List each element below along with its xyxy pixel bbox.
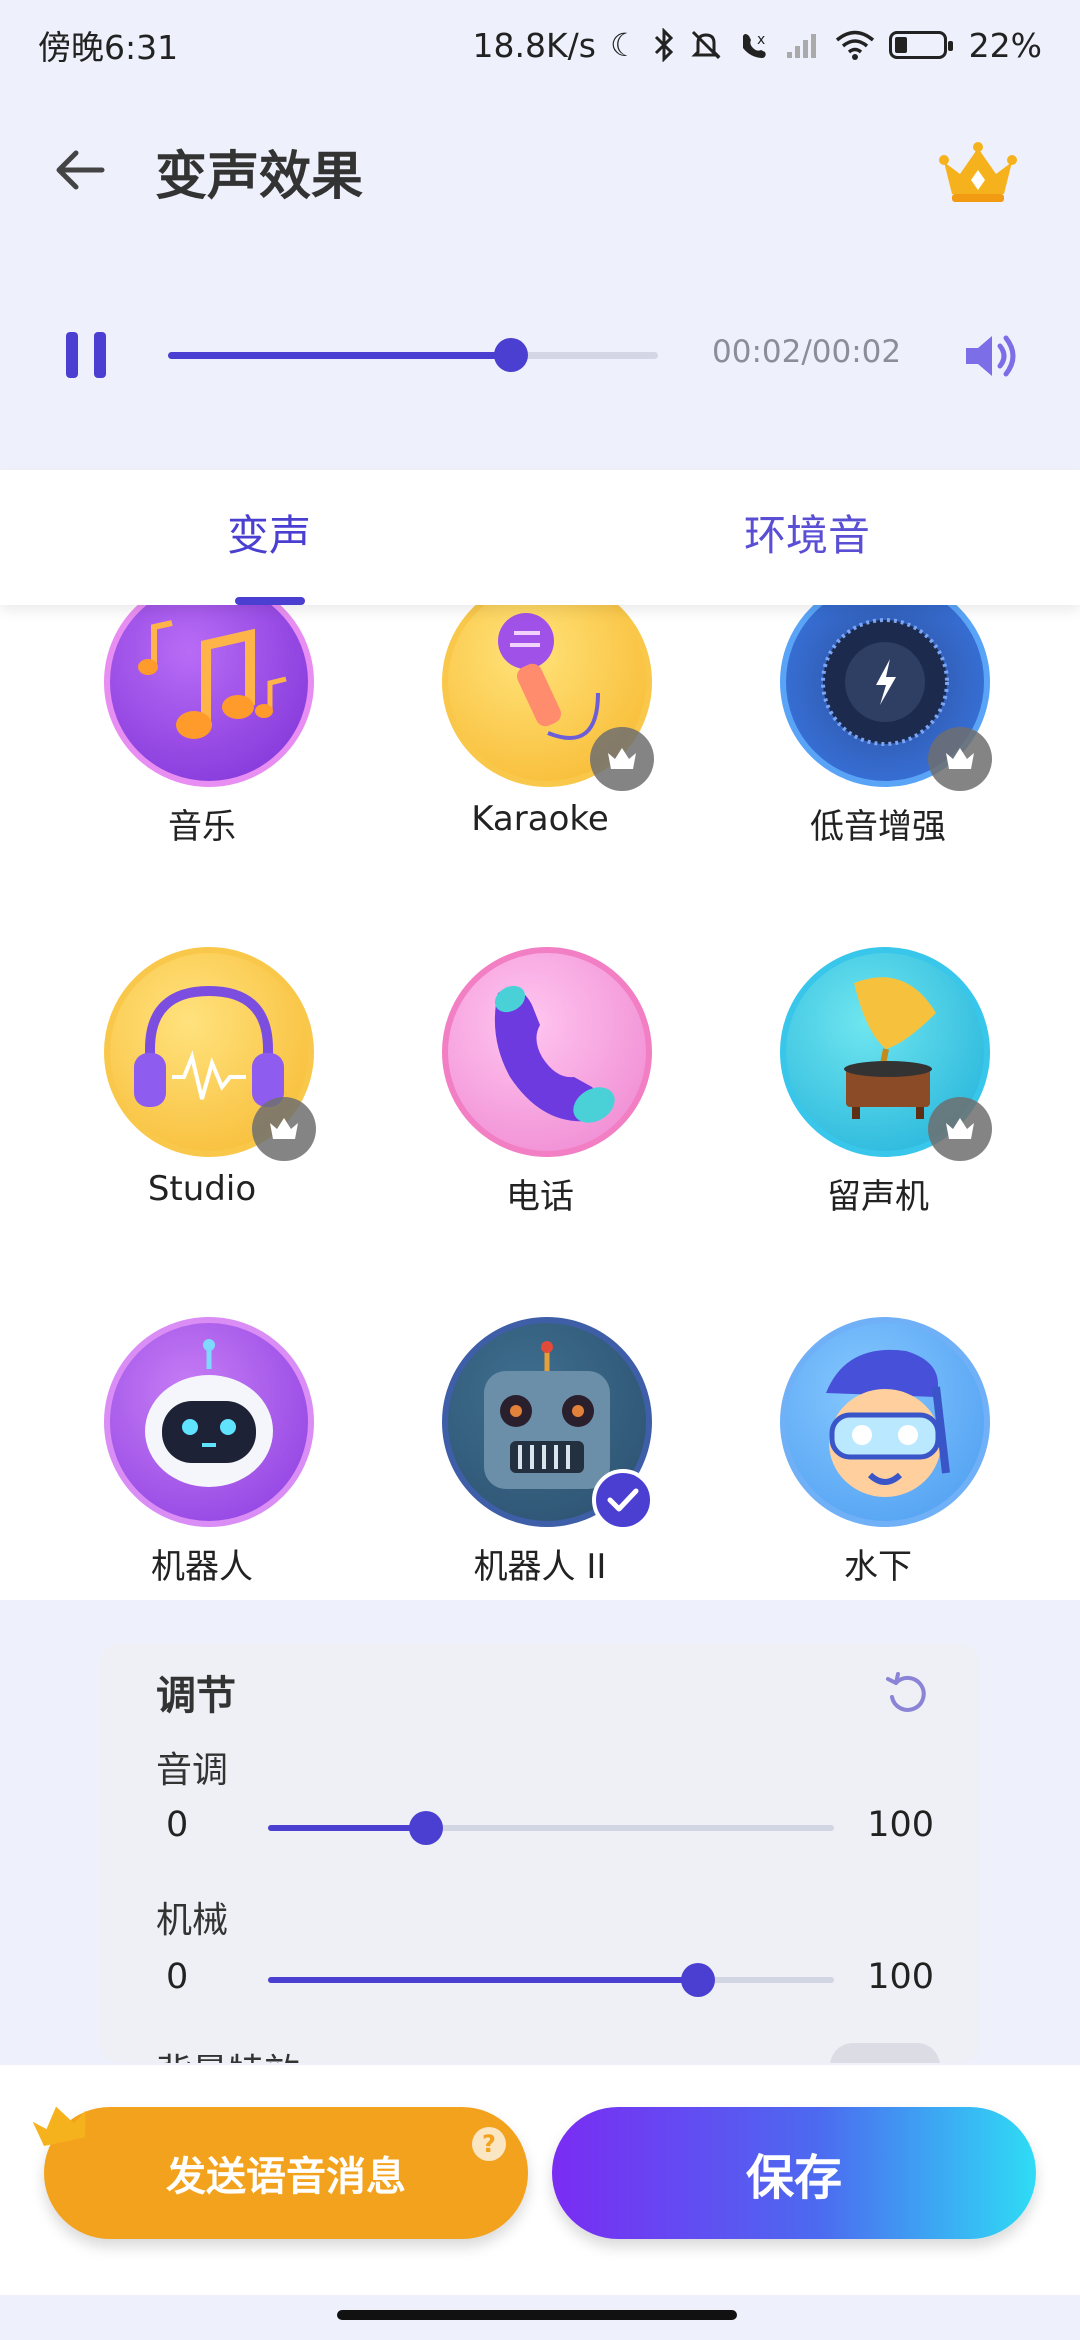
save-button[interactable]: 保存: [552, 2107, 1036, 2239]
effect-label: 水下: [844, 1547, 912, 1587]
pitch-slider[interactable]: [268, 1811, 834, 1845]
playback-time: 00:02/00:02: [712, 334, 902, 370]
vip-crown-icon[interactable]: [938, 140, 1018, 206]
effect-bass-boost[interactable]: 低音增强: [728, 600, 1028, 877]
effect-robot[interactable]: 机器人: [52, 1317, 352, 1600]
effect-music[interactable]: 音乐: [52, 600, 352, 877]
effect-label: 低音增强: [810, 807, 946, 847]
effect-label: 电话: [506, 1177, 574, 1217]
effect-robot-ii[interactable]: 机器人 II: [390, 1317, 690, 1600]
gesture-nav-bar[interactable]: [337, 2310, 737, 2320]
tab-ambient-sound[interactable]: 环境音: [744, 502, 870, 563]
progress-thumb[interactable]: [494, 338, 528, 372]
mechanical-max: 100: [867, 1957, 934, 1997]
effect-label: 机器人 II: [473, 1547, 607, 1587]
effect-gramophone[interactable]: 留声机: [728, 947, 1028, 1247]
background-effect-label: 背景特效: [156, 2043, 300, 2063]
effect-studio[interactable]: Studio: [52, 947, 352, 1247]
save-button-label: 保存: [745, 2150, 842, 2206]
pause-icon-bar: [94, 332, 106, 378]
effect-phone[interactable]: 电话: [390, 947, 690, 1247]
moon-icon: ☾: [609, 26, 639, 64]
effects-grid: 音乐 Karaoke 低音增强 Studio 电话 留声机 机器人 机器人 II…: [0, 600, 1080, 1600]
mechanical-min: 0: [166, 1957, 189, 1997]
tab-active-indicator: [235, 597, 305, 605]
effect-underwater[interactable]: 水下: [728, 1317, 1028, 1600]
music-notes-icon: [104, 600, 314, 787]
reset-icon[interactable]: [884, 1671, 930, 1717]
progress-fill: [168, 352, 511, 359]
effect-tabs: 变声 环境音: [0, 470, 1080, 605]
call-forward-icon: x: [742, 32, 766, 58]
status-icons: 18.8K/s ☾ x 22%: [473, 26, 1042, 65]
vip-crown-icon: [32, 2106, 86, 2146]
effect-label: 机器人: [151, 1547, 253, 1587]
effect-label: 留声机: [827, 1177, 929, 1217]
volume-icon[interactable]: [962, 328, 1022, 384]
status-time: 傍晚6:31: [38, 28, 179, 67]
wifi-icon: [835, 30, 874, 60]
pitch-label: 音调: [156, 1750, 229, 1791]
app-header: 变声效果: [0, 110, 1080, 230]
signal-icon: [786, 34, 816, 58]
effect-karaoke[interactable]: Karaoke: [390, 600, 690, 877]
bluetooth-icon: [654, 28, 673, 62]
pitch-slider-thumb[interactable]: [409, 1811, 444, 1845]
tab-voice-change[interactable]: 变声: [227, 502, 311, 563]
status-bar: 傍晚6:31 18.8K/s ☾ x 22%: [0, 0, 1080, 90]
mechanical-slider-fill: [268, 1977, 699, 1983]
adjust-panel: 调节 音调 0 100 机械 0 100 背景特效: [100, 1643, 980, 2063]
pitch-max: 100: [867, 1805, 934, 1845]
send-button-label: 发送语音消息: [166, 2154, 406, 2200]
effect-label: Karaoke: [471, 799, 609, 839]
vip-crown-badge: [928, 727, 992, 791]
battery-icon: [888, 31, 953, 59]
send-voice-message-button[interactable]: 发送语音消息: [44, 2107, 528, 2239]
vip-crown-badge: [590, 727, 654, 791]
vip-crown-badge: [928, 1097, 992, 1161]
pause-icon-bar: [66, 332, 78, 378]
help-badge[interactable]: ?: [472, 2127, 506, 2161]
selected-check-icon: [592, 1469, 654, 1531]
svg-text:x: x: [757, 32, 765, 48]
battery-percent: 22%: [968, 25, 1042, 65]
bottom-action-bar: 发送语音消息 ? 保存: [0, 2065, 1080, 2295]
adjust-title: 调节: [156, 1673, 236, 1719]
audio-player: 00:02/00:02: [0, 300, 1080, 410]
pitch-min: 0: [166, 1805, 189, 1845]
arrow-left-icon: [56, 150, 105, 190]
vip-crown-badge: [252, 1097, 316, 1161]
effect-label: 音乐: [168, 807, 236, 847]
diver-icon: [780, 1317, 990, 1527]
pause-button[interactable]: [66, 332, 106, 378]
progress-slider[interactable]: [168, 338, 658, 372]
pitch-slider-fill: [268, 1825, 427, 1831]
robot-face-icon: [104, 1317, 314, 1527]
background-effect-toggle[interactable]: [830, 2043, 940, 2063]
mechanical-label: 机械: [156, 1900, 229, 1941]
back-button[interactable]: [50, 140, 110, 200]
mechanical-slider-thumb[interactable]: [681, 1963, 716, 1997]
effect-label: Studio: [147, 1169, 257, 1209]
phone-icon: [442, 947, 652, 1157]
mechanical-slider[interactable]: [268, 1963, 834, 1997]
page-title: 变声效果: [155, 147, 364, 207]
network-speed: 18.8K/s: [472, 25, 596, 65]
mute-icon: [691, 30, 721, 60]
